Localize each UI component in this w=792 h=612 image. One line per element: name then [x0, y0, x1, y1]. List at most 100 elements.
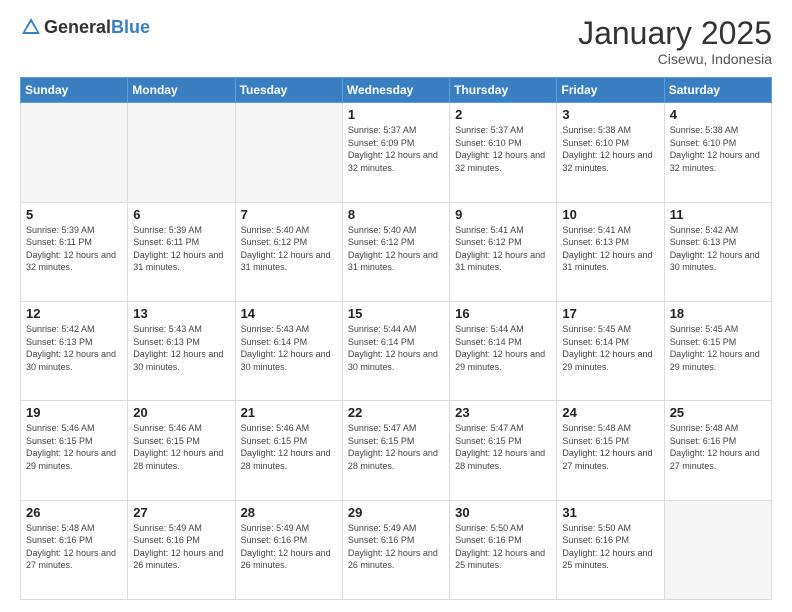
day-of-week-header: Saturday — [664, 78, 771, 103]
day-info: Sunrise: 5:39 AM Sunset: 6:11 PM Dayligh… — [133, 224, 229, 274]
calendar-cell: 17 Sunrise: 5:45 AM Sunset: 6:14 PM Dayli… — [557, 301, 664, 400]
day-info: Sunrise: 5:42 AM Sunset: 6:13 PM Dayligh… — [26, 323, 122, 373]
calendar-cell — [128, 103, 235, 202]
day-number: 13 — [133, 306, 229, 321]
day-number: 21 — [241, 405, 337, 420]
location: Cisewu, Indonesia — [578, 51, 772, 67]
calendar-cell: 16Sunrise: 5:44 AM Sunset: 6:14 PM Dayli… — [450, 301, 557, 400]
calendar-week-row: 5 Sunrise: 5:39 AM Sunset: 6:11 PM Daylig… — [21, 202, 772, 301]
day-number: 29 — [348, 505, 444, 520]
day-number: 8 — [348, 207, 444, 222]
day-number: 17 — [562, 306, 658, 321]
day-info: Sunrise: 5:41 AM Sunset: 6:13 PM Dayligh… — [562, 224, 658, 274]
day-info: Sunrise: 5:48 AM Sunset: 6:16 PM Dayligh… — [670, 422, 766, 472]
calendar-cell: 8 Sunrise: 5:40 AM Sunset: 6:12 PM Daylig… — [342, 202, 449, 301]
day-info: Sunrise: 5:50 AM Sunset: 6:16 PM Dayligh… — [562, 522, 658, 572]
calendar-cell: 21 Sunrise: 5:46 AM Sunset: 6:15 PM Dayli… — [235, 401, 342, 500]
calendar-cell: 26 Sunrise: 5:48 AM Sunset: 6:16 PM Dayli… — [21, 500, 128, 599]
day-info: Sunrise: 5:47 AM Sunset: 6:15 PM Dayligh… — [455, 422, 551, 472]
day-number: 2 — [455, 107, 551, 122]
day-number: 16 — [455, 306, 551, 321]
day-of-week-header: Friday — [557, 78, 664, 103]
day-number: 19 — [26, 405, 122, 420]
calendar-week-row: 12Sunrise: 5:42 AM Sunset: 6:13 PM Dayli… — [21, 301, 772, 400]
day-of-week-header: Wednesday — [342, 78, 449, 103]
day-number: 1 — [348, 107, 444, 122]
calendar-week-row: 19 Sunrise: 5:46 AM Sunset: 6:15 PM Dayli… — [21, 401, 772, 500]
calendar-cell: 1Sunrise: 5:37 AM Sunset: 6:09 PM Daylig… — [342, 103, 449, 202]
calendar-cell: 28 Sunrise: 5:49 AM Sunset: 6:16 PM Dayli… — [235, 500, 342, 599]
day-info: Sunrise: 5:37 AM Sunset: 6:10 PM Dayligh… — [455, 124, 551, 174]
calendar-week-row: 1Sunrise: 5:37 AM Sunset: 6:09 PM Daylig… — [21, 103, 772, 202]
calendar-cell: 4 Sunrise: 5:38 AM Sunset: 6:10 PM Daylig… — [664, 103, 771, 202]
logo-blue: Blue — [111, 17, 150, 37]
logo-general: General — [44, 17, 111, 37]
day-info: Sunrise: 5:49 AM Sunset: 6:16 PM Dayligh… — [133, 522, 229, 572]
day-number: 4 — [670, 107, 766, 122]
day-info: Sunrise: 5:48 AM Sunset: 6:16 PM Dayligh… — [26, 522, 122, 572]
day-number: 24 — [562, 405, 658, 420]
day-number: 3 — [562, 107, 658, 122]
day-number: 22 — [348, 405, 444, 420]
calendar-cell: 10 Sunrise: 5:41 AM Sunset: 6:13 PM Dayli… — [557, 202, 664, 301]
day-info: Sunrise: 5:40 AM Sunset: 6:12 PM Dayligh… — [348, 224, 444, 274]
calendar-cell: 12Sunrise: 5:42 AM Sunset: 6:13 PM Dayli… — [21, 301, 128, 400]
day-number: 20 — [133, 405, 229, 420]
calendar-cell: 20 Sunrise: 5:46 AM Sunset: 6:15 PM Dayli… — [128, 401, 235, 500]
day-number: 6 — [133, 207, 229, 222]
day-info: Sunrise: 5:38 AM Sunset: 6:10 PM Dayligh… — [562, 124, 658, 174]
calendar-cell — [664, 500, 771, 599]
calendar-cell: 3 Sunrise: 5:38 AM Sunset: 6:10 PM Daylig… — [557, 103, 664, 202]
calendar-cell: 5Sunrise: 5:39 AM Sunset: 6:11 PM Daylig… — [21, 202, 128, 301]
calendar-cell: 14Sunrise: 5:43 AM Sunset: 6:14 PM Dayli… — [235, 301, 342, 400]
day-number: 9 — [455, 207, 551, 222]
calendar-cell: 19 Sunrise: 5:46 AM Sunset: 6:15 PM Dayli… — [21, 401, 128, 500]
day-info: Sunrise: 5:46 AM Sunset: 6:15 PM Dayligh… — [241, 422, 337, 472]
day-number: 5 — [26, 207, 122, 222]
calendar-cell: 13 Sunrise: 5:43 AM Sunset: 6:13 PM Dayli… — [128, 301, 235, 400]
day-of-week-header: Sunday — [21, 78, 128, 103]
day-info: Sunrise: 5:46 AM Sunset: 6:15 PM Dayligh… — [133, 422, 229, 472]
calendar-cell: 24Sunrise: 5:48 AM Sunset: 6:15 PM Dayli… — [557, 401, 664, 500]
calendar-table: SundayMondayTuesdayWednesdayThursdayFrid… — [20, 77, 772, 600]
calendar-cell: 6 Sunrise: 5:39 AM Sunset: 6:11 PM Daylig… — [128, 202, 235, 301]
month-title: January 2025 — [578, 16, 772, 51]
calendar-cell: 23 Sunrise: 5:47 AM Sunset: 6:15 PM Dayli… — [450, 401, 557, 500]
calendar-cell: 22Sunrise: 5:47 AM Sunset: 6:15 PM Dayli… — [342, 401, 449, 500]
logo-icon — [20, 16, 42, 38]
day-info: Sunrise: 5:46 AM Sunset: 6:15 PM Dayligh… — [26, 422, 122, 472]
calendar-cell: 27 Sunrise: 5:49 AM Sunset: 6:16 PM Dayli… — [128, 500, 235, 599]
calendar-cell — [235, 103, 342, 202]
day-info: Sunrise: 5:45 AM Sunset: 6:15 PM Dayligh… — [670, 323, 766, 373]
calendar-cell: 29Sunrise: 5:49 AM Sunset: 6:16 PM Dayli… — [342, 500, 449, 599]
day-number: 31 — [562, 505, 658, 520]
day-info: Sunrise: 5:43 AM Sunset: 6:14 PM Dayligh… — [241, 323, 337, 373]
calendar-cell — [21, 103, 128, 202]
day-number: 27 — [133, 505, 229, 520]
day-info: Sunrise: 5:50 AM Sunset: 6:16 PM Dayligh… — [455, 522, 551, 572]
calendar-cell: 18Sunrise: 5:45 AM Sunset: 6:15 PM Dayli… — [664, 301, 771, 400]
day-number: 11 — [670, 207, 766, 222]
day-number: 28 — [241, 505, 337, 520]
title-area: January 2025 Cisewu, Indonesia — [578, 16, 772, 67]
day-number: 10 — [562, 207, 658, 222]
day-info: Sunrise: 5:45 AM Sunset: 6:14 PM Dayligh… — [562, 323, 658, 373]
day-info: Sunrise: 5:41 AM Sunset: 6:12 PM Dayligh… — [455, 224, 551, 274]
calendar-cell: 31 Sunrise: 5:50 AM Sunset: 6:16 PM Dayli… — [557, 500, 664, 599]
day-number: 25 — [670, 405, 766, 420]
day-info: Sunrise: 5:44 AM Sunset: 6:14 PM Dayligh… — [348, 323, 444, 373]
day-number: 23 — [455, 405, 551, 420]
day-info: Sunrise: 5:43 AM Sunset: 6:13 PM Dayligh… — [133, 323, 229, 373]
calendar-cell: 2 Sunrise: 5:37 AM Sunset: 6:10 PM Daylig… — [450, 103, 557, 202]
day-info: Sunrise: 5:40 AM Sunset: 6:12 PM Dayligh… — [241, 224, 337, 274]
day-number: 26 — [26, 505, 122, 520]
page: GeneralBlue January 2025 Cisewu, Indones… — [0, 0, 792, 612]
logo-text: GeneralBlue — [44, 17, 150, 38]
day-info: Sunrise: 5:38 AM Sunset: 6:10 PM Dayligh… — [670, 124, 766, 174]
calendar-cell: 7Sunrise: 5:40 AM Sunset: 6:12 PM Daylig… — [235, 202, 342, 301]
day-number: 30 — [455, 505, 551, 520]
day-info: Sunrise: 5:49 AM Sunset: 6:16 PM Dayligh… — [241, 522, 337, 572]
calendar-cell: 25 Sunrise: 5:48 AM Sunset: 6:16 PM Dayli… — [664, 401, 771, 500]
day-info: Sunrise: 5:42 AM Sunset: 6:13 PM Dayligh… — [670, 224, 766, 274]
day-number: 15 — [348, 306, 444, 321]
